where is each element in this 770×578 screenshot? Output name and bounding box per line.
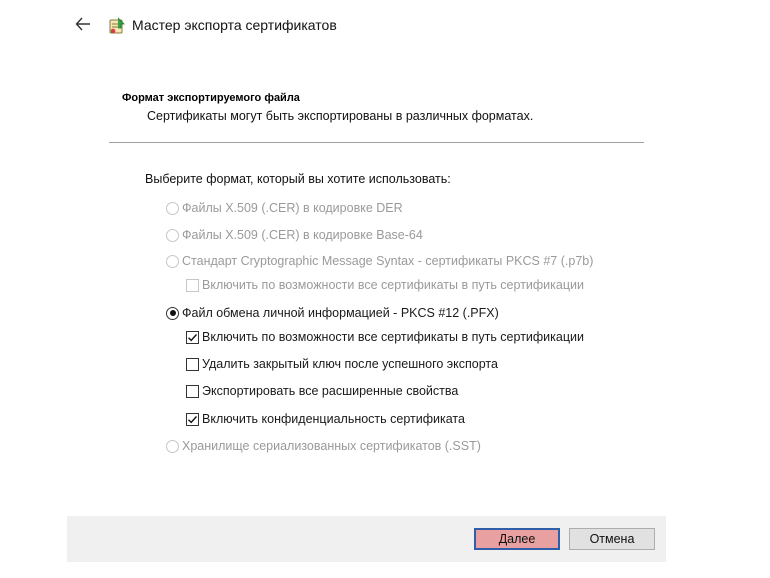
radio-sst-label: Хранилище сериализованных сертификатов (… [182,439,481,453]
section-title: Формат экспортируемого файла [122,92,300,104]
checkbox-pfx-include-all-label: Включить по возможности все сертификаты … [202,330,584,344]
checkbox-option-delete-key[interactable]: Удалить закрытый ключ после успешного эк… [186,357,498,371]
radio-pkcs7[interactable] [166,254,179,268]
certificate-export-icon [107,16,127,36]
radio-option-base64[interactable]: Файлы X.509 (.CER) в кодировке Base-64 [166,228,423,242]
next-button[interactable]: Далее [474,528,560,550]
checkmark-icon [188,333,198,341]
back-button[interactable] [72,15,94,37]
checkbox-option-export-extended[interactable]: Экспортировать все расширенные свойства [186,384,458,398]
checkbox-delete-key-label: Удалить закрытый ключ после успешного эк… [202,357,498,371]
checkbox-option-pkcs7-include-all[interactable]: Включить по возможности все сертификаты … [186,278,584,292]
radio-option-sst[interactable]: Хранилище сериализованных сертификатов (… [166,439,481,453]
checkbox-pkcs7-include-all-label: Включить по возможности все сертификаты … [202,278,584,292]
checkbox-option-pfx-include-all[interactable]: Включить по возможности все сертификаты … [186,330,584,344]
divider [109,142,644,143]
checkbox-export-extended[interactable] [186,384,199,398]
format-prompt: Выберите формат, который вы хотите испол… [145,172,451,186]
checkmark-icon [188,415,198,423]
checkbox-export-extended-label: Экспортировать все расширенные свойства [202,384,459,398]
radio-base64[interactable] [166,228,179,242]
radio-option-pfx[interactable]: Файл обмена личной информацией - PKCS #1… [166,306,499,320]
checkbox-privacy[interactable] [186,412,199,426]
radio-option-pkcs7[interactable]: Стандарт Cryptographic Message Syntax - … [166,254,593,268]
radio-option-der[interactable]: Файлы X.509 (.CER) в кодировке DER [166,201,403,215]
checkbox-pkcs7-include-all[interactable] [186,278,199,292]
radio-pfx[interactable] [166,306,179,320]
checkbox-option-privacy[interactable]: Включить конфиденциальность сертификата [186,412,465,426]
radio-pkcs7-label: Стандарт Cryptographic Message Syntax - … [182,254,594,268]
section-subtitle: Сертификаты могут быть экспортированы в … [147,109,534,123]
radio-pfx-label: Файл обмена личной информацией - PKCS #1… [182,306,499,320]
cancel-button[interactable]: Отмена [569,528,655,550]
back-arrow-icon [75,17,91,36]
wizard-title: Мастер экспорта сертификатов [132,17,337,33]
radio-der[interactable] [166,201,179,215]
checkbox-delete-key[interactable] [186,357,199,371]
checkbox-pfx-include-all[interactable] [186,330,199,344]
radio-sst[interactable] [166,439,179,453]
checkbox-privacy-label: Включить конфиденциальность сертификата [202,412,465,426]
radio-base64-label: Файлы X.509 (.CER) в кодировке Base-64 [182,228,423,242]
radio-der-label: Файлы X.509 (.CER) в кодировке DER [182,201,403,215]
